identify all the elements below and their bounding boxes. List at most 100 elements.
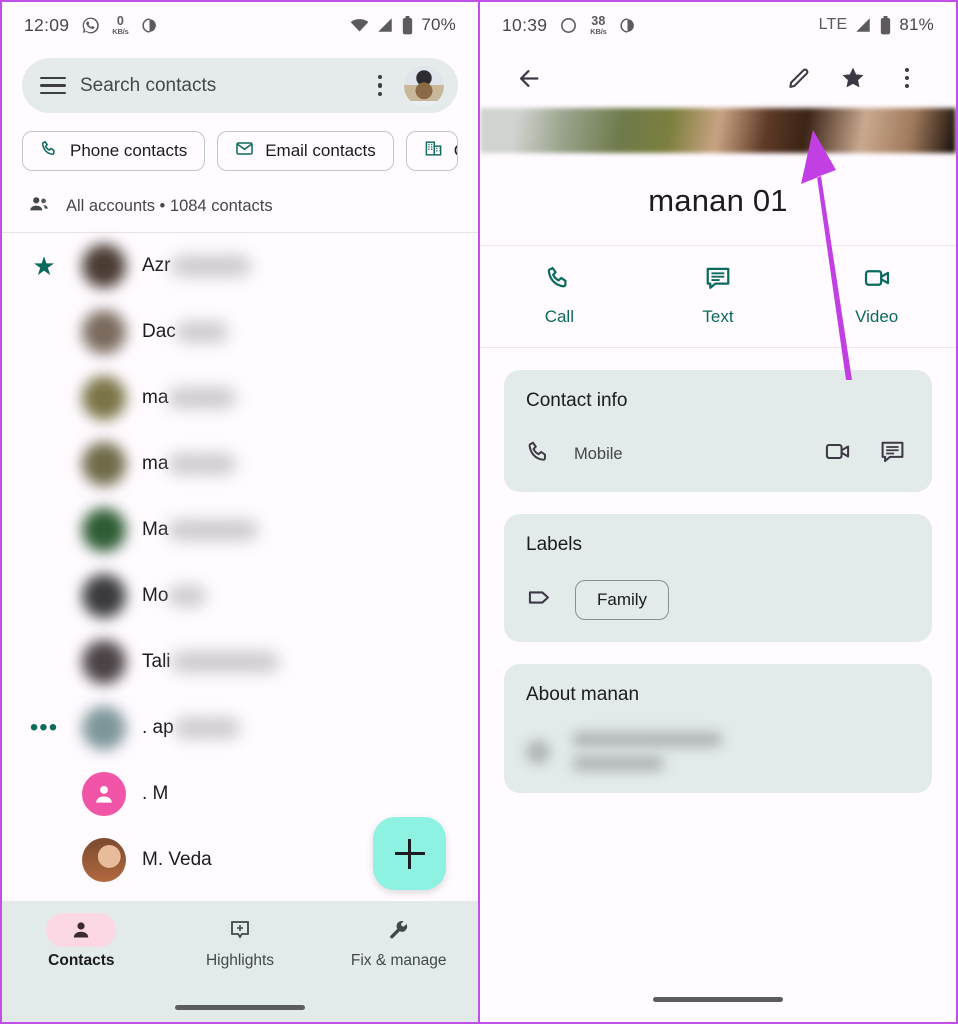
highlights-icon: [205, 913, 275, 947]
search-bar[interactable]: Search contacts: [22, 58, 458, 113]
wifi-icon: [350, 16, 369, 35]
status-time: 12:09: [24, 14, 70, 35]
action-label: Text: [702, 307, 734, 326]
contact-name: . ap: [142, 717, 240, 739]
search-input[interactable]: Search contacts: [80, 75, 356, 97]
do-not-disturb-icon: [619, 17, 636, 34]
data-rate-value: 0: [116, 14, 125, 28]
data-rate-indicator: 38 KB/s: [590, 15, 607, 36]
contact-name: ma: [142, 453, 237, 475]
chip-phone-contacts[interactable]: Phone contacts: [22, 131, 206, 171]
contact-avatar: [82, 442, 126, 486]
chip-email-contacts[interactable]: Email contacts: [217, 131, 394, 171]
signal-icon: [854, 16, 872, 34]
action-label: Video: [855, 307, 899, 326]
people-icon: [28, 193, 50, 220]
chip-label: Email contacts: [265, 141, 376, 160]
action-video[interactable]: Video: [797, 264, 956, 327]
scroll-index-dots-icon[interactable]: •••: [22, 716, 66, 739]
left-status-bar: 12:09 0 KB/s 70%: [2, 2, 478, 48]
list-item[interactable]: ma: [2, 431, 478, 497]
label-chip-family[interactable]: Family: [575, 580, 670, 620]
contact-avatar: [82, 772, 126, 816]
nav-item-highlights[interactable]: Highlights: [161, 913, 320, 992]
data-rate-unit: KB/s: [112, 26, 129, 36]
contact-avatar: [82, 706, 126, 750]
list-item[interactable]: Tali: [2, 629, 478, 695]
redacted-line: [572, 732, 722, 747]
action-text[interactable]: Text: [639, 264, 798, 327]
email-icon: [235, 139, 254, 163]
accounts-label: All accounts • 1084 contacts: [66, 197, 273, 215]
contact-info-card: Contact info Mobile: [504, 370, 932, 492]
action-call[interactable]: Call: [480, 264, 639, 327]
nav-item-fix-and-manage[interactable]: Fix & manage: [319, 913, 478, 992]
nav-label: Highlights: [205, 952, 275, 969]
action-label: Call: [544, 307, 574, 326]
contact-avatar: [82, 376, 126, 420]
account-avatar[interactable]: [404, 65, 444, 106]
hamburger-menu-icon[interactable]: [40, 76, 66, 95]
list-item[interactable]: ★ Azr: [2, 233, 478, 299]
battery-percentage: 70%: [421, 15, 456, 34]
list-item[interactable]: Mo: [2, 563, 478, 629]
person-icon: [46, 913, 117, 947]
video-icon[interactable]: [824, 438, 851, 470]
battery-icon: [879, 15, 892, 35]
contact-name: Mo: [142, 585, 207, 607]
battery-percentage: 81%: [899, 15, 934, 34]
contact-name: Tali: [142, 651, 279, 673]
left-phone-screen: 12:09 0 KB/s 70% Search contacts Phone c…: [0, 0, 479, 1024]
contact-name: Ma: [142, 519, 259, 541]
company-icon: [424, 139, 443, 163]
contact-name: M. Veda: [142, 849, 212, 870]
data-rate-unit: KB/s: [590, 26, 607, 36]
phone-icon: [545, 264, 573, 297]
labels-card: Labels Family: [504, 514, 932, 642]
bottom-navigation: Contacts Highlights Fix & manage: [2, 901, 478, 1022]
do-not-disturb-icon: [141, 17, 158, 34]
list-item[interactable]: Ma: [2, 497, 478, 563]
circle-icon: [559, 16, 578, 35]
home-gesture-bar[interactable]: [2, 992, 478, 1022]
star-icon[interactable]: [826, 65, 880, 91]
contact-name: Azr: [142, 255, 251, 277]
list-item[interactable]: ••• . ap: [2, 695, 478, 761]
signal-icon: [376, 16, 394, 34]
contact-avatar: [82, 640, 126, 684]
kebab-menu-icon[interactable]: [370, 75, 390, 96]
home-gesture-bar[interactable]: [480, 984, 956, 1014]
contact-cover-photo: [480, 108, 956, 153]
quick-actions-row: Call Text Video: [480, 245, 956, 348]
contact-avatar: [82, 838, 126, 882]
message-icon: [704, 264, 732, 297]
right-status-bar: 10:39 38 KB/s LTE 81%: [480, 2, 956, 48]
contact-avatar: [82, 508, 126, 552]
right-phone-screen: 10:39 38 KB/s LTE 81% manan 01 Call Text…: [479, 0, 958, 1024]
nav-label: Fix & manage: [350, 952, 447, 969]
phone-number-text: Mobile: [574, 445, 802, 464]
add-contact-fab[interactable]: [373, 817, 446, 890]
accounts-row[interactable]: All accounts • 1084 contacts: [2, 171, 478, 232]
nav-label: Contacts: [48, 952, 115, 969]
video-icon: [863, 264, 891, 297]
chip-label: Phone contacts: [70, 141, 188, 160]
nav-item-contacts[interactable]: Contacts: [2, 913, 161, 992]
message-icon[interactable]: [879, 438, 906, 470]
contact-avatar: [82, 574, 126, 618]
pencil-edit-icon[interactable]: [772, 65, 826, 91]
chip-company-contacts[interactable]: Com: [405, 131, 458, 171]
contact-display-name: manan 01: [648, 183, 788, 218]
phone-number-row[interactable]: Mobile: [526, 438, 910, 470]
card-title: Labels: [526, 534, 582, 555]
about-card: About manan: [504, 664, 932, 793]
list-item[interactable]: ma: [2, 365, 478, 431]
back-arrow-icon[interactable]: [502, 65, 556, 92]
card-title: About manan: [526, 684, 640, 705]
kebab-menu-icon[interactable]: [880, 67, 934, 89]
list-item[interactable]: Dac: [2, 299, 478, 365]
contact-list: ★ Azr Dac ma ma Ma Mo Tali ••• . ap . M …: [2, 233, 478, 893]
status-time: 10:39: [502, 14, 548, 35]
network-type-label: LTE: [818, 16, 848, 33]
dual-screenshot: 12:09 0 KB/s 70% Search contacts Phone c…: [0, 0, 958, 1024]
